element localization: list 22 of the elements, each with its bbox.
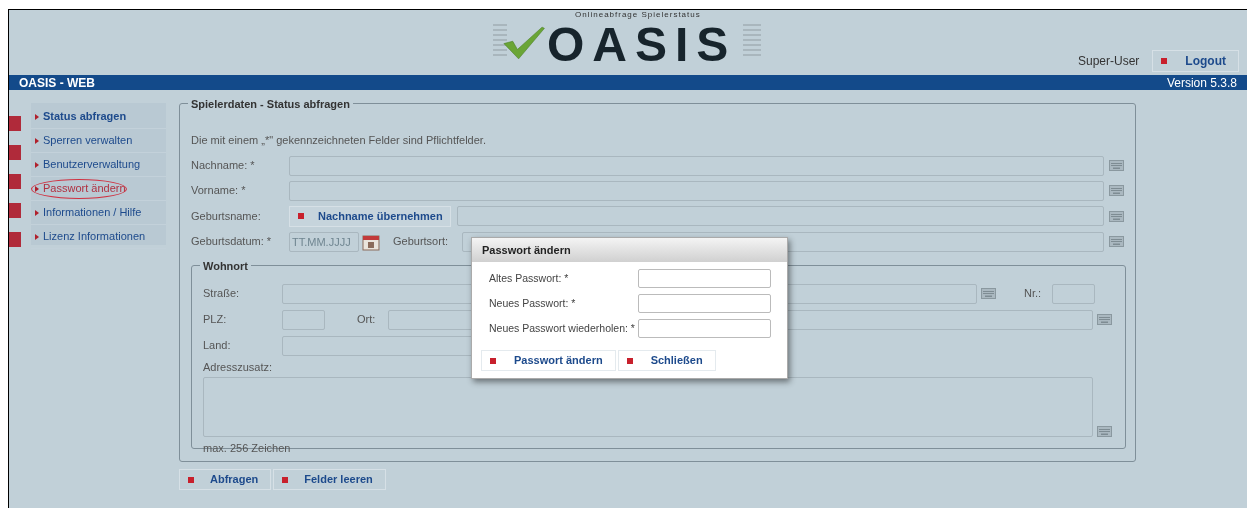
field-label: Nachname: * [191, 158, 256, 174]
field-label: Adresszusatz: [203, 360, 273, 373]
logo-title: OASIS [547, 20, 737, 70]
app-name: OASIS - WEB [19, 74, 95, 92]
char-limit-note: max. 256 Zeichen [203, 442, 291, 454]
field-label: Straße: [203, 286, 241, 302]
field-label: Geburtsname: [191, 208, 262, 224]
field-label: Land: [203, 338, 232, 354]
field-label: Geburtsort: [392, 234, 449, 250]
version-label: Version 5.3.8 [1166, 74, 1237, 92]
field-label: Geburtsdatum: * [191, 234, 273, 250]
required-hint: Die mit einem „*" gekennzeichneten Felder sind Pflichtfelder. [191, 133, 487, 148]
field-label: Nr.: [1024, 286, 1043, 302]
field-label: Ort: [357, 312, 377, 328]
field-label: Neues Passwort wiederholen: * [489, 320, 636, 336]
user-name: Super-User [1078, 53, 1140, 70]
field-label: PLZ: [203, 312, 228, 328]
field-label: Neues Passwort: * [489, 295, 577, 311]
field-label: Vorname: * [191, 183, 247, 199]
logo-tagline: Onlineabfrage Spielerstatus [575, 10, 701, 19]
dialog-title: Passwort ändern [472, 238, 787, 262]
field-label: Altes Passwort: * [489, 270, 570, 286]
